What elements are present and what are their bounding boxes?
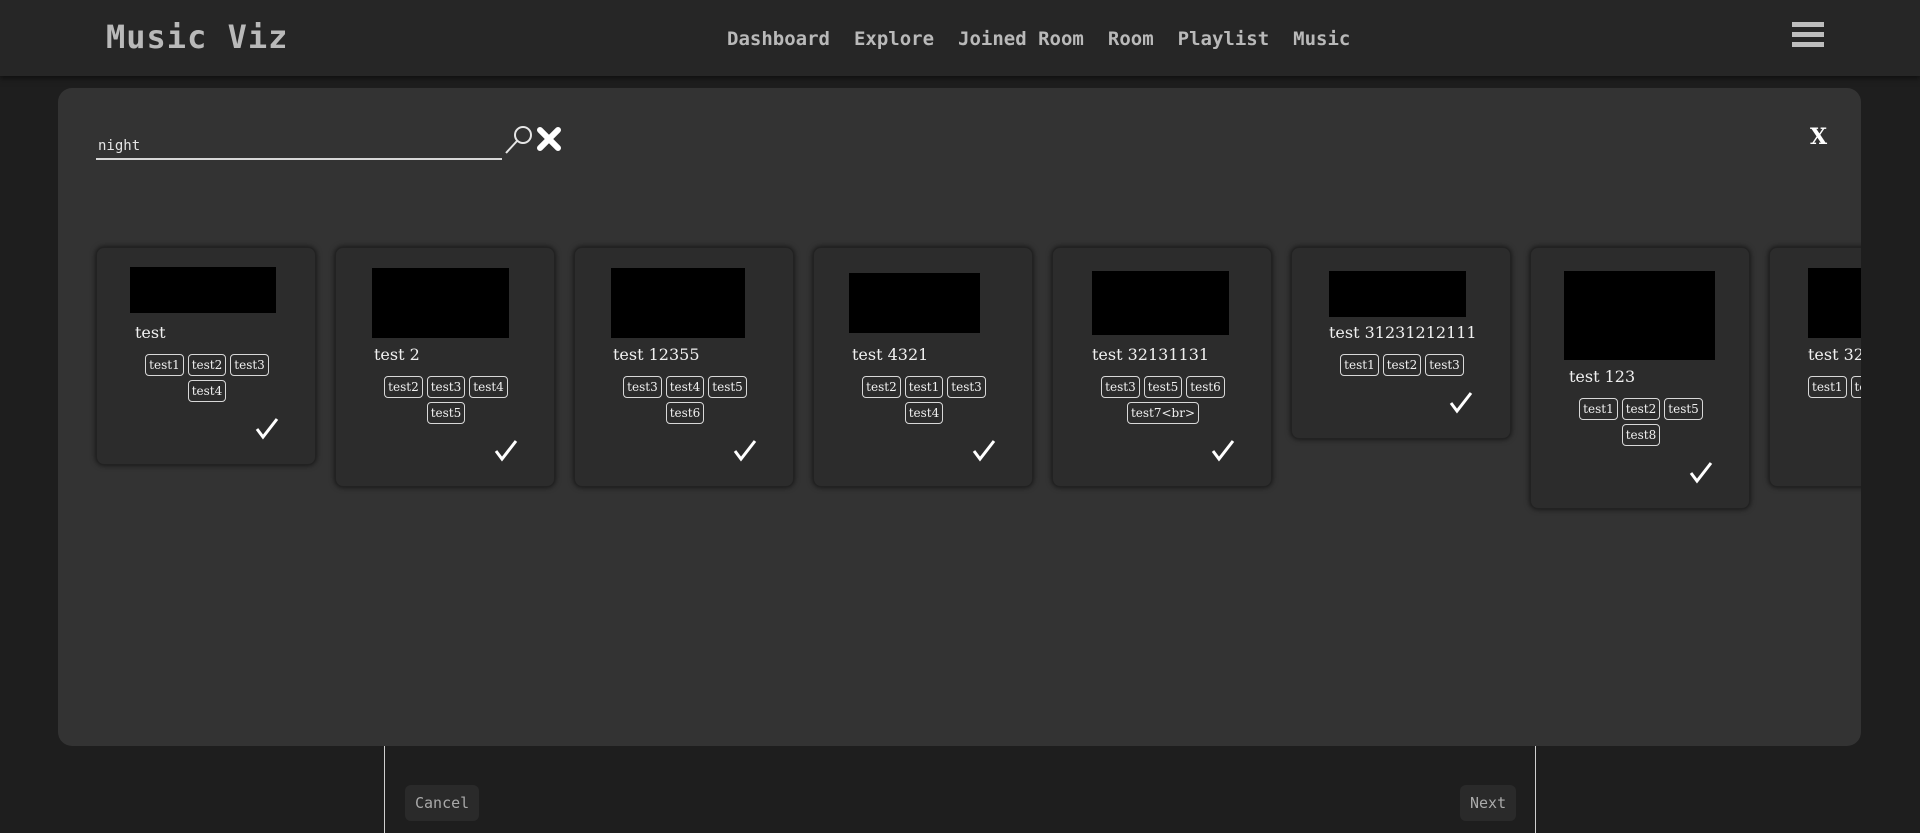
tag-list: test1 test2 — [1808, 376, 1861, 398]
music-card[interactable]: test 32131131 test3 test5 test6 test7<br… — [1052, 247, 1272, 487]
check-icon[interactable] — [1449, 390, 1473, 414]
check-icon[interactable] — [1211, 438, 1235, 462]
tag: test6 — [665, 402, 705, 424]
music-card[interactable]: test 12355 test3 test4 test5 test6 — [574, 247, 794, 487]
tag: test3 — [230, 354, 269, 376]
tag: test3 — [1101, 376, 1140, 398]
tag-list: test1 test2 test3 test4 — [137, 354, 277, 402]
tag: test1 — [145, 354, 184, 376]
tag: test2 — [187, 354, 227, 376]
tag: test3 — [947, 376, 986, 398]
music-card[interactable]: test 31231212111 test1 test2 test3 — [1291, 247, 1511, 439]
tag-list: test2 test3 test4 test5 — [376, 376, 516, 424]
tag: test4 — [904, 402, 944, 424]
tag: test4 — [469, 376, 508, 398]
tag: test5 — [1664, 398, 1703, 420]
tag: test1 — [1579, 398, 1618, 420]
tag: test5 — [426, 402, 466, 424]
nav-joined-room[interactable]: Joined Room — [958, 28, 1084, 50]
nav-playlist[interactable]: Playlist — [1178, 28, 1270, 50]
tag: test5 — [1143, 376, 1183, 398]
clear-icon[interactable] — [534, 124, 564, 154]
check-icon[interactable] — [733, 438, 757, 462]
music-card[interactable]: test 123 test1 test2 test5 test8 — [1530, 247, 1750, 509]
tag: test4 — [187, 380, 227, 402]
tag: test2 — [1621, 398, 1661, 420]
background-panel — [384, 740, 1536, 833]
tag: test5 — [708, 376, 747, 398]
tag: test4 — [665, 376, 705, 398]
tag-list: test3 test5 test6 test7<br> — [1093, 376, 1233, 424]
tag: test1 — [904, 376, 944, 398]
card-title: test 12355 — [613, 345, 700, 364]
music-card[interactable]: test 321 test1 test2 — [1769, 247, 1861, 487]
album-cover — [1808, 268, 1861, 338]
album-cover — [1092, 271, 1229, 335]
card-title: test — [135, 323, 166, 342]
tag: test2 — [862, 376, 901, 398]
search-input[interactable] — [96, 134, 502, 160]
nav-dashboard[interactable]: Dashboard — [727, 28, 830, 50]
card-title: test 32131131 — [1092, 345, 1210, 364]
card-title: test 2 — [374, 345, 420, 364]
tag: test3 — [623, 376, 662, 398]
check-icon[interactable] — [255, 416, 279, 440]
album-cover — [611, 268, 745, 338]
music-search-modal: X test test1 test2 test3 test4 test 2 te… — [58, 88, 1861, 746]
hamburger-icon[interactable] — [1792, 22, 1824, 50]
next-button[interactable]: Next — [1460, 785, 1517, 821]
card-title: test 321 — [1808, 345, 1861, 364]
music-card[interactable]: test test1 test2 test3 test4 — [96, 247, 316, 465]
music-card[interactable]: test 2 test2 test3 test4 test5 — [335, 247, 555, 487]
tag: test2 — [1850, 376, 1861, 398]
tag-list: test1 test2 test3 — [1332, 354, 1472, 376]
album-cover — [849, 273, 980, 333]
tag-list: test3 test4 test5 test6 — [615, 376, 755, 424]
search-icon[interactable] — [503, 124, 535, 156]
check-icon[interactable] — [972, 438, 996, 462]
tag: test3 — [1425, 354, 1464, 376]
album-cover — [1329, 271, 1466, 317]
nav-links: Dashboard Explore Joined Room Room Playl… — [727, 28, 1350, 50]
card-title: test 123 — [1569, 367, 1636, 386]
tag: test3 — [426, 376, 466, 398]
tag: test2 — [384, 376, 423, 398]
brand-logo[interactable]: Music Viz — [106, 18, 288, 56]
check-icon[interactable] — [1689, 460, 1713, 484]
close-modal-button[interactable]: X — [1810, 124, 1827, 150]
tag-list: test2 test1 test3 test4 — [854, 376, 994, 424]
album-cover — [1564, 271, 1715, 360]
album-cover — [130, 267, 276, 313]
card-title: test 31231212111 — [1329, 323, 1477, 342]
tag: test2 — [1382, 354, 1422, 376]
nav-room[interactable]: Room — [1108, 28, 1154, 50]
tag-list: test1 test2 test5 test8 — [1571, 398, 1711, 446]
nav-music[interactable]: Music — [1293, 28, 1350, 50]
top-navbar: Music Viz Dashboard Explore Joined Room … — [0, 0, 1920, 76]
cancel-button[interactable]: Cancel — [405, 785, 480, 821]
tag: test1 — [1808, 376, 1847, 398]
tag: test1 — [1340, 354, 1379, 376]
tag: test7<br> — [1126, 402, 1200, 424]
tag: test6 — [1186, 376, 1225, 398]
check-icon[interactable] — [494, 438, 518, 462]
music-card[interactable]: test 4321 test2 test1 test3 test4 — [813, 247, 1033, 487]
album-cover — [372, 268, 509, 338]
tag: test8 — [1621, 424, 1661, 446]
card-title: test 4321 — [852, 345, 929, 364]
nav-explore[interactable]: Explore — [854, 28, 934, 50]
